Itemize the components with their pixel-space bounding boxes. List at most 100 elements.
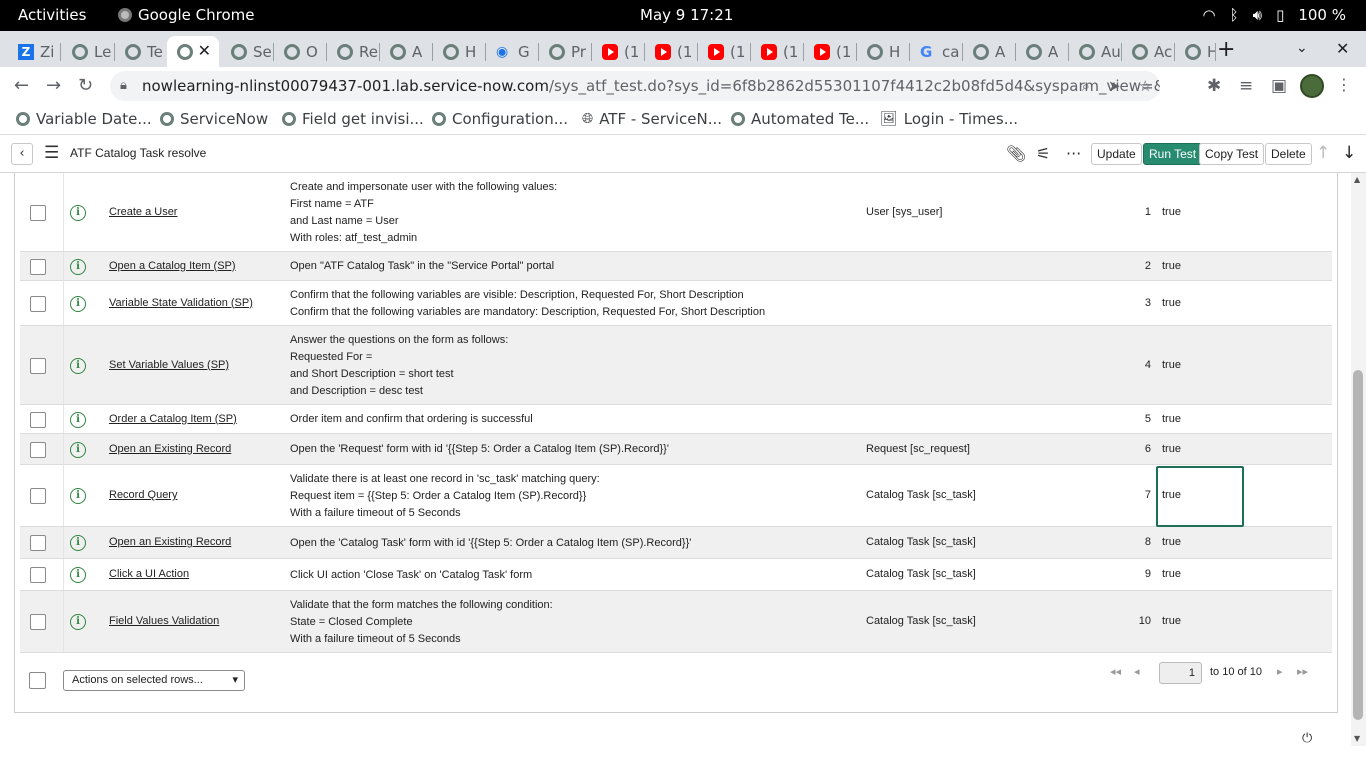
browser-tab[interactable]: (1 [804, 36, 856, 67]
row-checkbox[interactable] [30, 258, 46, 275]
browser-tab[interactable]: Gca [910, 36, 962, 67]
scroll-down-icon[interactable]: ▼ [1354, 734, 1360, 743]
step-active[interactable]: true [1162, 615, 1181, 627]
row-checkbox[interactable] [30, 204, 46, 221]
step-name-link[interactable]: Variable State Validation (SP) [109, 297, 253, 309]
table-row[interactable]: i Open a Catalog Item (SP) Open "ATF Catal… [20, 252, 1332, 281]
browser-tab[interactable]: Z Zi [8, 36, 60, 67]
browser-tab[interactable]: A [963, 36, 1015, 67]
power-icon[interactable]: ⏻ [1302, 731, 1312, 746]
step-active[interactable]: true [1162, 413, 1181, 425]
step-name-link[interactable]: Record Query [109, 489, 177, 501]
media-icon[interactable]: ≡ [1239, 76, 1253, 96]
app-menu[interactable]: Google Chrome [118, 6, 255, 24]
table-row[interactable]: i Create a User Create and impersonate use… [20, 173, 1332, 252]
info-icon[interactable]: i [70, 567, 86, 583]
first-page-icon[interactable]: ◂◂ [1110, 665, 1121, 678]
step-name-link[interactable]: Open a Catalog Item (SP) [109, 260, 236, 272]
info-icon[interactable]: i [70, 441, 86, 458]
table-row[interactable]: i Open an Existing Record Open the 'Catalo… [20, 527, 1332, 559]
info-icon[interactable]: i [70, 258, 86, 275]
bookmark-item[interactable]: 🖼︎ Login - Times... [880, 110, 1018, 128]
tab-search-chevron-icon[interactable]: ⌄ [1296, 40, 1308, 56]
info-icon[interactable]: i [70, 614, 86, 630]
system-tray[interactable]: ◠ ᛒ 🔊︎ ▯ 100 % [1203, 6, 1346, 24]
step-active[interactable]: true [1162, 443, 1181, 455]
browser-tab[interactable]: A [380, 36, 432, 67]
browser-tab[interactable]: Se [221, 36, 273, 67]
context-menu-icon[interactable]: ☰ [44, 143, 59, 163]
step-active[interactable]: true [1162, 568, 1181, 580]
previous-record-icon[interactable]: ↑ [1316, 143, 1330, 163]
browser-tab[interactable]: (1 [751, 36, 803, 67]
browser-tab[interactable]: (1 [592, 36, 644, 67]
bookmark-item[interactable]: ServiceNow [160, 110, 268, 128]
attachment-icon[interactable]: 📎︎ [1006, 144, 1026, 163]
browser-tab[interactable]: Ac [1122, 36, 1174, 67]
info-icon[interactable]: i [70, 535, 86, 551]
table-row[interactable]: i Set Variable Values (SP) Answer the ques… [20, 326, 1332, 405]
browser-tab[interactable]: H [433, 36, 485, 67]
info-icon[interactable]: i [70, 411, 86, 428]
clock[interactable]: May 9 17:21 [640, 6, 733, 24]
row-checkbox[interactable] [30, 567, 46, 583]
more-options-icon[interactable]: ··· [1066, 144, 1081, 163]
bookmark-star-icon[interactable]: ☆ [1139, 71, 1152, 101]
extensions-icon[interactable]: ✱ [1207, 76, 1221, 96]
next-page-icon[interactable]: ▸ [1277, 665, 1283, 678]
step-active[interactable]: true [1162, 206, 1181, 218]
step-name-link[interactable]: Open an Existing Record [109, 443, 231, 455]
table-row[interactable]: i Order a Catalog Item (SP) Order item and… [20, 405, 1332, 434]
step-active[interactable]: true [1162, 359, 1181, 371]
bookmark-item[interactable]: Field get invisi... [282, 110, 424, 128]
info-icon[interactable]: i [70, 204, 86, 221]
browser-tab[interactable]: (1 [698, 36, 750, 67]
new-tab-button[interactable]: + [1217, 37, 1235, 62]
step-name-link[interactable]: Open an Existing Record [109, 536, 231, 548]
bookmark-item[interactable]: 🌐︎ ATF - ServiceN... [582, 110, 722, 128]
back-button[interactable]: ‹ [11, 143, 33, 165]
activities-button[interactable]: Activities [18, 6, 86, 24]
info-icon[interactable]: i [70, 357, 86, 374]
run-test-button[interactable]: Run Test [1143, 143, 1203, 165]
table-row[interactable]: i Open an Existing Record Open the 'Reques… [20, 434, 1332, 465]
row-checkbox[interactable] [30, 614, 46, 630]
step-active[interactable]: true [1162, 297, 1181, 309]
browser-tab[interactable]: H [857, 36, 909, 67]
window-close-icon[interactable]: ✕ [1336, 39, 1349, 58]
previous-page-icon[interactable]: ◂ [1134, 665, 1140, 678]
table-row[interactable]: i Click a UI Action Click UI action 'Close… [20, 559, 1332, 591]
browser-tab[interactable]: Te [115, 36, 167, 67]
step-name-link[interactable]: Set Variable Values (SP) [109, 359, 229, 371]
delete-button[interactable]: Delete [1265, 143, 1312, 165]
row-checkbox[interactable] [30, 441, 46, 458]
profile-avatar[interactable] [1300, 74, 1324, 98]
bookmark-item[interactable]: Variable Date... [16, 110, 152, 128]
browser-tab[interactable]: (1 [645, 36, 697, 67]
bookmark-item[interactable]: Automated Te... [731, 110, 869, 128]
address-bar[interactable]: 🔒︎ nowlearning-nlinst00079437-001.lab.se… [110, 71, 1160, 101]
reload-icon[interactable]: ↻ [78, 75, 93, 96]
browser-tab[interactable]: O [274, 36, 326, 67]
row-checkbox[interactable] [30, 535, 46, 551]
browser-tab[interactable]: A [1016, 36, 1068, 67]
browser-tab[interactable]: Pr [539, 36, 591, 67]
step-active[interactable]: true [1162, 260, 1181, 272]
send-icon[interactable]: ➤ [1108, 71, 1121, 101]
back-icon[interactable]: ← [14, 75, 29, 96]
step-name-link[interactable]: Create a User [109, 206, 177, 218]
row-checkbox[interactable] [30, 488, 46, 504]
forward-icon[interactable]: → [46, 75, 61, 96]
copy-test-button[interactable]: Copy Test [1199, 143, 1265, 165]
browser-tab[interactable]: H [1175, 36, 1215, 67]
info-icon[interactable]: i [70, 295, 86, 312]
last-page-icon[interactable]: ▸▸ [1297, 665, 1308, 678]
step-name-link[interactable]: Field Values Validation [109, 615, 219, 627]
scroll-up-icon[interactable]: ▲ [1354, 175, 1360, 184]
table-row[interactable]: i Record Query Validate there is at least … [20, 465, 1332, 527]
step-active[interactable]: true [1162, 536, 1181, 548]
row-checkbox[interactable] [30, 357, 46, 374]
browser-tab[interactable]: ◉ G [486, 36, 538, 67]
bookmark-item[interactable]: Configuration... [432, 110, 568, 128]
settings-sliders-icon[interactable]: ⚟ [1036, 144, 1050, 163]
